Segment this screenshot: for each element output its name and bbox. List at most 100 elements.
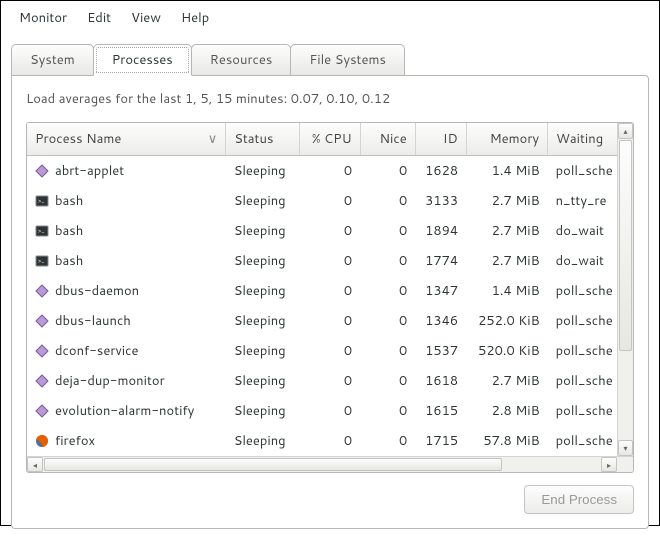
process-name: abrt-applet	[55, 162, 124, 180]
process-nice: 0	[360, 396, 415, 426]
process-id: 3133	[415, 186, 466, 216]
process-memory: 520.0 KiB	[466, 336, 548, 366]
process-cpu: 0	[299, 426, 360, 456]
process-id: 1715	[415, 426, 466, 456]
sort-indicator-icon: ∨	[208, 130, 218, 148]
tab-system[interactable]: System	[11, 44, 94, 76]
tab-processes[interactable]: Processes	[93, 44, 192, 76]
diamond-icon	[35, 374, 49, 388]
scroll-down-button[interactable]: ▾	[618, 440, 633, 456]
terminal-icon: >_	[35, 194, 49, 208]
process-memory: 57.8 MiB	[466, 426, 548, 456]
process-cpu: 0	[299, 186, 360, 216]
process-cpu: 0	[299, 246, 360, 276]
process-memory: 2.7 MiB	[466, 366, 548, 396]
process-id: 1618	[415, 366, 466, 396]
process-cpu: 0	[299, 216, 360, 246]
diamond-icon	[35, 344, 49, 358]
hscroll-track[interactable]	[43, 457, 601, 472]
process-memory: 2.7 MiB	[466, 246, 548, 276]
hscroll-thumb[interactable]	[44, 458, 502, 471]
menubar: MonitorEditViewHelp	[1, 1, 659, 35]
process-name: bash	[55, 252, 83, 270]
diamond-icon	[35, 314, 49, 328]
svg-text:>_: >_	[38, 256, 45, 265]
diamond-icon	[35, 284, 49, 298]
terminal-icon: >_	[35, 224, 49, 238]
process-waiting: poll_sche	[548, 306, 617, 336]
process-name: evolution-alarm-notify	[55, 402, 194, 420]
process-name: dbus-daemon	[55, 282, 139, 300]
table-row[interactable]: evolution-alarm-notifySleeping0016152.8 …	[27, 396, 617, 426]
tab-file-systems[interactable]: File Systems	[290, 44, 405, 76]
table-row[interactable]: >_bashSleeping0031332.7 MiBn_tty_re	[27, 186, 617, 216]
process-status: Sleeping	[226, 336, 299, 366]
menu-edit[interactable]: Edit	[77, 5, 121, 31]
process-waiting: poll_sche	[548, 336, 617, 366]
col-header-cpu[interactable]: % CPU	[299, 123, 360, 156]
process-waiting: poll_sche	[548, 276, 617, 306]
process-memory: 1.4 MiB	[466, 276, 548, 306]
table-row[interactable]: >_bashSleeping0017742.7 MiBdo_wait	[27, 246, 617, 276]
table-row[interactable]: dbus-daemonSleeping0013471.4 MiBpoll_sch…	[27, 276, 617, 306]
col-header-label: Process Name	[35, 130, 121, 148]
table-header-row: Process Name ∨ Status % CPU Nice ID Memo…	[27, 123, 617, 156]
process-cpu: 0	[299, 306, 360, 336]
table-row[interactable]: deja-dup-monitorSleeping0016182.7 MiBpol…	[27, 366, 617, 396]
process-name: dconf-service	[55, 342, 138, 360]
end-process-button[interactable]: End Process	[524, 485, 634, 514]
process-cpu: 0	[299, 396, 360, 426]
table-row[interactable]: dbus-launchSleeping001346252.0 KiBpoll_s…	[27, 306, 617, 336]
process-waiting: do_wait	[548, 216, 617, 246]
col-header-waiting[interactable]: Waiting	[548, 123, 617, 156]
process-name: bash	[55, 192, 83, 210]
process-nice: 0	[360, 216, 415, 246]
process-table[interactable]: Process Name ∨ Status % CPU Nice ID Memo…	[27, 123, 617, 456]
menu-help[interactable]: Help	[171, 5, 219, 31]
process-name: firefox	[55, 432, 95, 450]
process-memory: 2.7 MiB	[466, 186, 548, 216]
process-cpu: 0	[299, 156, 360, 187]
tab-resources[interactable]: Resources	[191, 44, 292, 76]
process-name: bash	[55, 222, 83, 240]
table-row[interactable]: firefoxSleeping00171557.8 MiBpoll_sche	[27, 426, 617, 456]
table-row[interactable]: dconf-serviceSleeping001537520.0 KiBpoll…	[27, 336, 617, 366]
scroll-up-button[interactable]: ▴	[618, 123, 633, 139]
process-nice: 0	[360, 366, 415, 396]
vertical-scrollbar[interactable]: ▴ ▾	[617, 123, 633, 456]
col-header-status[interactable]: Status	[226, 123, 299, 156]
process-status: Sleeping	[226, 186, 299, 216]
tab-panel-processes: Load averages for the last 1, 5, 15 minu…	[11, 75, 649, 529]
menu-view[interactable]: View	[121, 5, 171, 31]
horizontal-scrollbar[interactable]: ◂ ▸	[27, 456, 633, 472]
col-header-id[interactable]: ID	[415, 123, 466, 156]
process-nice: 0	[360, 426, 415, 456]
col-header-memory[interactable]: Memory	[466, 123, 548, 156]
process-memory: 252.0 KiB	[466, 306, 548, 336]
scroll-left-button[interactable]: ◂	[27, 457, 43, 472]
process-cpu: 0	[299, 366, 360, 396]
process-table-frame: Process Name ∨ Status % CPU Nice ID Memo…	[26, 122, 634, 473]
process-waiting: poll_sche	[548, 156, 617, 187]
process-cpu: 0	[299, 336, 360, 366]
process-id: 1628	[415, 156, 466, 187]
vscroll-track[interactable]	[618, 139, 633, 440]
col-header-nice[interactable]: Nice	[360, 123, 415, 156]
process-nice: 0	[360, 336, 415, 366]
tabs: SystemProcessesResourcesFile Systems	[11, 43, 649, 75]
col-header-process-name[interactable]: Process Name ∨	[27, 123, 226, 156]
process-cpu: 0	[299, 276, 360, 306]
table-row[interactable]: >_bashSleeping0018942.7 MiBdo_wait	[27, 216, 617, 246]
process-waiting: poll_sche	[548, 396, 617, 426]
scroll-right-button[interactable]: ▸	[601, 457, 617, 472]
process-status: Sleeping	[226, 246, 299, 276]
process-nice: 0	[360, 276, 415, 306]
process-memory: 2.8 MiB	[466, 396, 548, 426]
svg-text:>_: >_	[38, 226, 45, 235]
vscroll-thumb[interactable]	[619, 140, 632, 351]
process-status: Sleeping	[226, 366, 299, 396]
process-nice: 0	[360, 246, 415, 276]
process-status: Sleeping	[226, 156, 299, 187]
table-row[interactable]: abrt-appletSleeping0016281.4 MiBpoll_sch…	[27, 156, 617, 187]
menu-monitor[interactable]: Monitor	[9, 5, 77, 31]
